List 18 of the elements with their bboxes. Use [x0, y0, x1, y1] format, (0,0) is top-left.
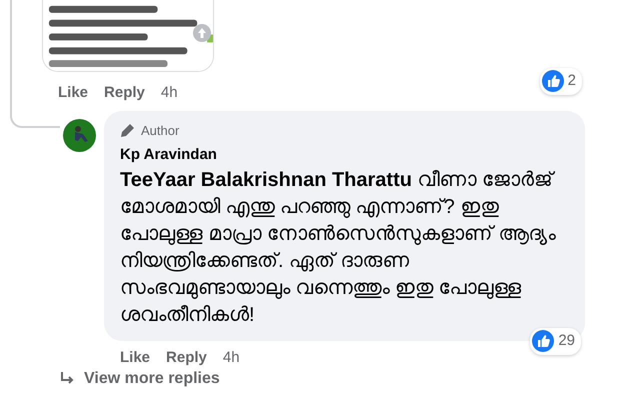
- avatar: [63, 118, 96, 152]
- timestamp: 4h: [222, 348, 240, 368]
- reaction-count[interactable]: 2: [540, 68, 582, 94]
- reply-arrow-icon: [60, 372, 76, 386]
- author-label: Author: [141, 122, 180, 140]
- commenter-name[interactable]: Kp Aravindan: [120, 144, 571, 166]
- reply-link[interactable]: Reply: [166, 346, 207, 369]
- like-link[interactable]: Like: [120, 346, 150, 369]
- like-icon: [542, 70, 564, 92]
- view-more-link[interactable]: View more replies: [84, 369, 220, 389]
- like-link[interactable]: Like: [58, 82, 88, 104]
- reaction-count[interactable]: 29: [530, 328, 581, 354]
- reply-link[interactable]: Reply: [104, 82, 145, 104]
- comment-text: TeeYaar Balakrishnan Tharattu വീണാ ജോർജ് മോശമായി എന്തു പറഞ്ഞു എന്നാണ്? ഇതു പോലുള്ള മാപ്രാ നോൺസെൻസുകളാണ് ആദ്യം നിയന്ത്രിക്കേണ്ടത്. ഏത് ദാരുണ സംഭവമുണ്ടായാലും വന്നെത്തും ഇതു പോലുള്ള ശവംതീനികൾ!: [120, 168, 557, 328]
- upload-icon[interactable]: [193, 24, 211, 42]
- pen-icon: [120, 122, 135, 138]
- like-icon: [532, 330, 554, 352]
- timestamp: 4h: [160, 83, 178, 103]
